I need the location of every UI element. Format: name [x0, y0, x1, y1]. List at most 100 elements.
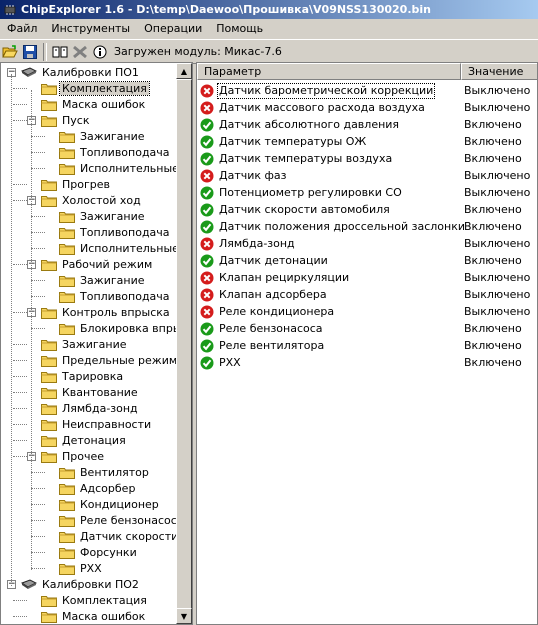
- table-row[interactable]: Датчик детонации Включено: [197, 253, 537, 270]
- tree-connector: [31, 488, 45, 489]
- tree-node[interactable]: Калибровки ПО2: [21, 576, 141, 592]
- tree-connector: [31, 280, 45, 281]
- tree-node[interactable]: Зажигание: [59, 208, 146, 224]
- column-header-value[interactable]: Значение: [461, 63, 537, 80]
- table-row[interactable]: Клапан адсорбера Выключено: [197, 287, 537, 304]
- table-row[interactable]: РХХ Включено: [197, 355, 537, 372]
- error-x-icon: [200, 237, 214, 251]
- compare-icon: [52, 46, 68, 57]
- parameter-name: Датчик массового расхода воздуха: [219, 101, 425, 114]
- compare-button[interactable]: [50, 42, 70, 62]
- tree-connector: [13, 344, 27, 345]
- check-ok-icon: [200, 254, 214, 268]
- table-row[interactable]: Датчик положения дроссельной заслонки Вкл…: [197, 219, 537, 236]
- scroll-thumb[interactable]: [176, 79, 192, 609]
- tree-connector: [13, 376, 27, 377]
- table-row[interactable]: Реле кондиционера Выключено: [197, 304, 537, 321]
- tree-node-label: Зажигание: [80, 209, 145, 223]
- clear-button[interactable]: [70, 42, 90, 62]
- tree-node[interactable]: Маска ошибок: [41, 608, 147, 624]
- tree-node[interactable]: РХХ: [59, 560, 104, 576]
- menu-operations[interactable]: Операции: [137, 22, 209, 35]
- tree-node[interactable]: Топливоподача: [59, 144, 172, 160]
- table-row[interactable]: Датчик барометрической коррекции Выключен…: [197, 83, 537, 100]
- parameter-name: Датчик детонации: [219, 254, 328, 267]
- tree-node[interactable]: Квантование: [41, 384, 140, 400]
- tree-node[interactable]: Исполнительные м: [59, 160, 177, 176]
- tree-node[interactable]: Неисправности: [41, 416, 153, 432]
- table-row[interactable]: Датчик температуры воздуха Включено: [197, 151, 537, 168]
- menu-file[interactable]: Файл: [0, 22, 44, 35]
- tree-node[interactable]: Топливоподача: [59, 224, 172, 240]
- table-row[interactable]: Датчик фаз Выключено: [197, 168, 537, 185]
- tree-node[interactable]: Маска ошибок: [41, 96, 147, 112]
- tree-node[interactable]: Комплектация: [41, 592, 149, 608]
- table-row[interactable]: Лямбда-зонд Выключено: [197, 236, 537, 253]
- table-row[interactable]: Датчик абсолютного давления Включено: [197, 117, 537, 134]
- tree-node[interactable]: Прочее: [41, 448, 106, 464]
- parameter-value: Включено: [464, 254, 522, 267]
- tree-node[interactable]: Детонация: [41, 432, 128, 448]
- tree-node[interactable]: Тарировка: [41, 368, 125, 384]
- tree-node[interactable]: Лямбда-зонд: [41, 400, 140, 416]
- tree-node-label: Маска ошибок: [62, 609, 146, 623]
- tree-node[interactable]: Датчик скорости: [59, 528, 177, 544]
- folder-icon: [59, 515, 75, 527]
- tree-node[interactable]: Комплектация: [41, 80, 150, 96]
- tree-node-label: Датчик скорости: [80, 529, 177, 543]
- folder-icon: [59, 291, 75, 303]
- tree-node[interactable]: Зажигание: [59, 272, 146, 288]
- tree-node[interactable]: Кондиционер: [59, 496, 161, 512]
- tree-node[interactable]: Вентилятор: [59, 464, 151, 480]
- tree-node[interactable]: Предельные режимы (: [41, 352, 177, 368]
- tree-node[interactable]: Калибровки ПО1: [21, 64, 141, 80]
- folder-icon: [59, 483, 75, 495]
- tree-node[interactable]: Форсунки: [59, 544, 139, 560]
- tree-node[interactable]: Реле бензонасоса: [59, 512, 177, 528]
- open-button[interactable]: [0, 42, 20, 62]
- folder-icon: [41, 435, 57, 447]
- tree-node-label: Реле бензонасоса: [80, 513, 177, 527]
- parameter-name: РХХ: [219, 356, 241, 369]
- table-row[interactable]: Реле бензонасоса Включено: [197, 321, 537, 338]
- tree-node[interactable]: Рабочий режим: [41, 256, 154, 272]
- menu-tools[interactable]: Инструменты: [44, 22, 137, 35]
- info-button[interactable]: [90, 42, 110, 62]
- tree-node[interactable]: Контроль впрыска: [41, 304, 172, 320]
- scroll-up-button[interactable]: ▲: [176, 63, 192, 79]
- tree-node-label: Рабочий режим: [62, 257, 153, 271]
- tree-node-label: Блокировка впрыс: [80, 321, 177, 335]
- check-ok-icon: [200, 186, 214, 200]
- tree-node[interactable]: Топливоподача: [59, 288, 172, 304]
- parameter-list[interactable]: Параметр Значение Датчик барометрической…: [196, 62, 538, 625]
- table-row[interactable]: Датчик скорости автомобиля Включено: [197, 202, 537, 219]
- parameter-value: Выключено: [464, 237, 531, 250]
- menu-help[interactable]: Помощь: [209, 22, 270, 35]
- tree-node[interactable]: Зажигание: [41, 336, 128, 352]
- tree-node-label: Зажигание: [62, 337, 127, 351]
- save-button[interactable]: [20, 42, 40, 62]
- tree-node[interactable]: Прогрев: [41, 176, 112, 192]
- calibration-tree[interactable]: Калибровки ПО1− Комплектация Маска ошибок П…: [0, 62, 193, 625]
- column-header-parameter[interactable]: Параметр: [197, 63, 461, 80]
- scroll-down-button[interactable]: ▼: [176, 608, 192, 624]
- table-row[interactable]: Потенциометр регулировки СО Выключено: [197, 185, 537, 202]
- tree-node[interactable]: Холостой ход: [41, 192, 143, 208]
- tree-node[interactable]: Блокировка впрыс: [59, 320, 177, 336]
- tree-node-label: Контроль впрыска: [62, 305, 170, 319]
- tree-connector: [13, 360, 27, 361]
- table-row[interactable]: Реле вентилятора Включено: [197, 338, 537, 355]
- tree-node[interactable]: Исполнительные м: [59, 240, 177, 256]
- tree-node[interactable]: Адсорбер: [59, 480, 137, 496]
- parameter-name: Клапан рециркуляции: [219, 271, 350, 284]
- tree-node[interactable]: Пуск: [41, 112, 91, 128]
- tree-guide-line: [31, 90, 32, 570]
- table-row[interactable]: Клапан рециркуляции Выключено: [197, 270, 537, 287]
- tree-node[interactable]: Зажигание: [59, 128, 146, 144]
- folder-icon: [41, 99, 57, 111]
- table-row[interactable]: Датчик массового расхода воздуха Выключен…: [197, 100, 537, 117]
- tree-node-label: Исполнительные м: [80, 161, 177, 175]
- parameter-name: Лямбда-зонд: [219, 237, 295, 250]
- table-row[interactable]: Датчик температуры ОЖ Включено: [197, 134, 537, 151]
- tree-vertical-scrollbar[interactable]: ▲ ▼: [176, 63, 192, 624]
